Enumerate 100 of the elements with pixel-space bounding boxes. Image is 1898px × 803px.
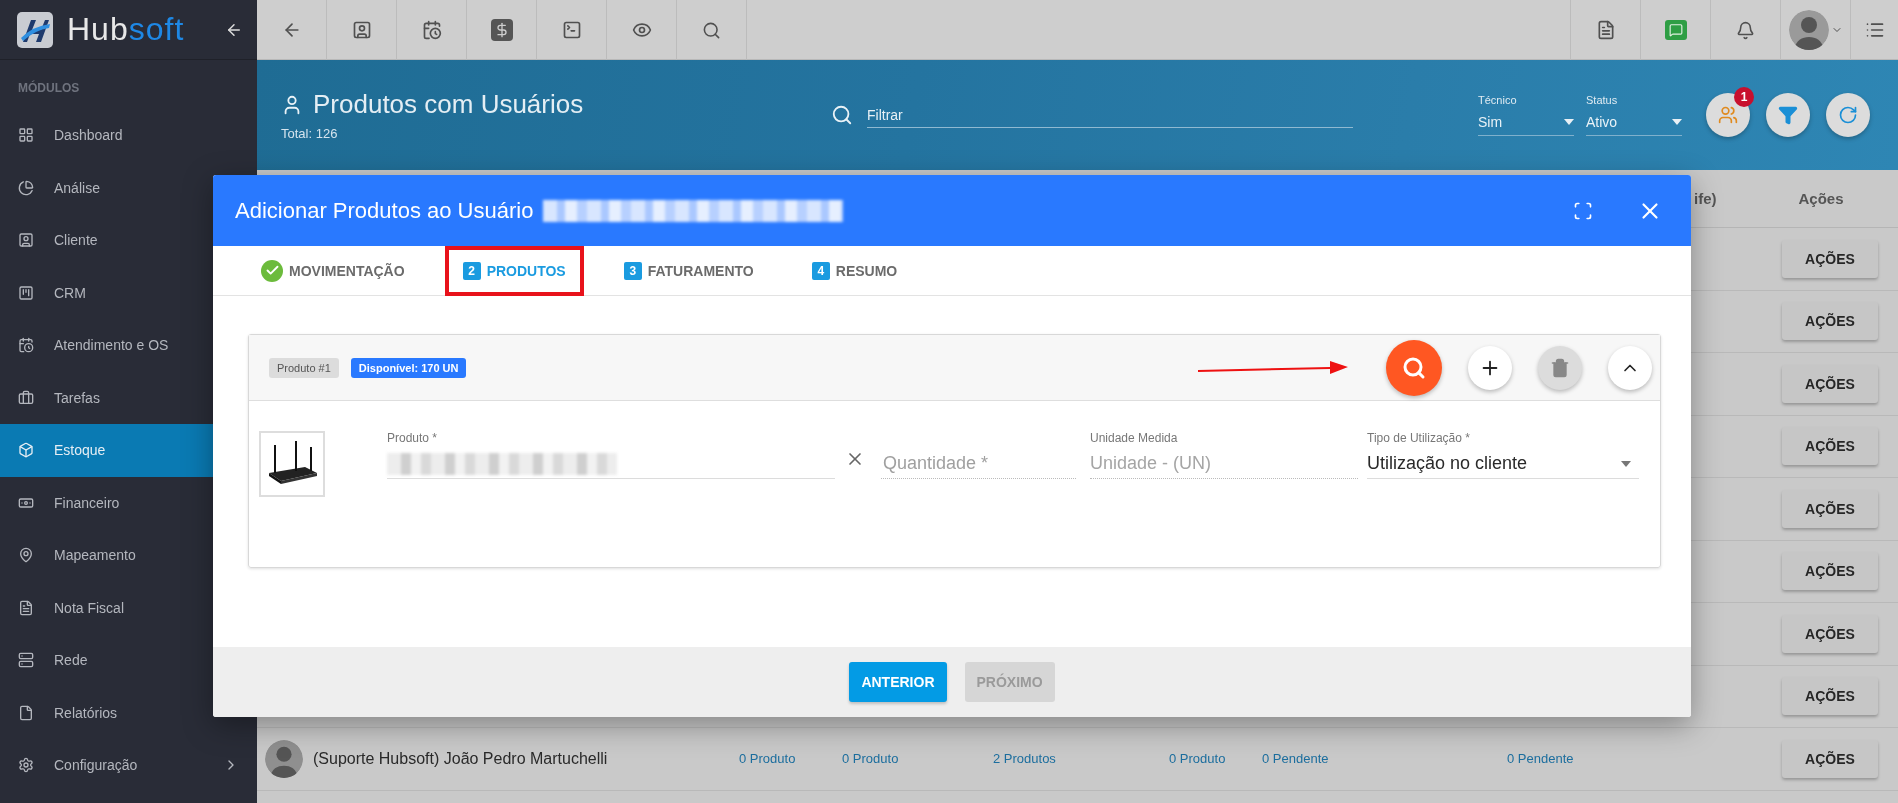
column-header: Ações — [1798, 190, 1844, 207]
sidebar-label: Nota Fiscal — [54, 599, 126, 616]
actions-button[interactable]: AÇÕES — [1782, 614, 1878, 653]
server-icon — [18, 652, 34, 669]
sidebar-label: Análise — [54, 179, 101, 196]
contact-icon — [18, 232, 34, 249]
sidebar-item[interactable]: Financeiro — [0, 476, 257, 529]
sidebar-label: Estoque — [54, 442, 107, 459]
check-icon — [261, 259, 283, 282]
select-label: Status — [1586, 94, 1619, 106]
dollar-icon — [490, 19, 513, 41]
brand-name: Hubsoft — [67, 11, 186, 48]
table-cell[interactable]: 0 Produto — [842, 751, 899, 767]
sidebar-label: Mapeamento — [54, 547, 137, 564]
step-number: 3 — [623, 261, 642, 280]
users-icon — [1718, 105, 1738, 125]
search-icon — [831, 104, 853, 126]
select-field[interactable]: Ativo — [1586, 110, 1682, 136]
document-icon — [18, 599, 34, 616]
step-label: PRODUTOS — [486, 262, 566, 279]
actions-button[interactable]: AÇÕES — [1782, 677, 1878, 716]
filter-field[interactable]: Filtrar — [867, 102, 1353, 128]
sidebar-item[interactable]: Nota Fiscal — [0, 581, 257, 634]
step-number: 2 — [462, 261, 481, 280]
actions-button[interactable]: AÇÕES — [1782, 552, 1878, 591]
select-label: Técnico — [1478, 94, 1518, 106]
field-label: Tipo de Utilização * — [1367, 431, 1471, 447]
sidebar-label: Cliente — [54, 232, 99, 249]
contact-icon — [351, 20, 372, 40]
map-pin-icon — [18, 547, 34, 564]
sidebar-label: Rede — [54, 652, 89, 669]
menu-icon — [1864, 20, 1885, 40]
table-cell[interactable]: 0 Produto — [1169, 751, 1226, 767]
product-tag: Produto #1 — [269, 357, 339, 378]
actions-button[interactable]: AÇÕES — [1782, 489, 1878, 528]
file-icon — [18, 704, 34, 721]
actions-button[interactable]: AÇÕES — [1782, 239, 1878, 278]
step-label: FATURAMENTO — [647, 262, 754, 279]
calendar-clock-icon — [18, 337, 34, 354]
step-tab[interactable]: 4 RESUMO — [793, 245, 916, 296]
delete-button[interactable] — [1538, 345, 1582, 390]
grid-icon — [18, 127, 34, 144]
settings-icon — [18, 757, 34, 774]
column-header: ife) — [1694, 190, 1717, 207]
dialog-title: Adicionar Produtos ao Usuário — [235, 197, 534, 224]
logo-icon — [17, 11, 53, 48]
sidebar-item[interactable]: Atendimento e OS — [0, 319, 257, 372]
filter-button[interactable] — [1766, 93, 1810, 137]
search-icon — [1402, 355, 1426, 380]
briefcase-icon — [18, 389, 34, 406]
table-cell[interactable]: 0 Produto — [739, 751, 796, 767]
sidebar-label: Relatórios — [54, 704, 119, 721]
search-icon — [702, 20, 721, 40]
sidebar-item[interactable]: Configuração — [0, 739, 257, 792]
actions-button[interactable]: AÇÕES — [1782, 302, 1878, 341]
actions-button[interactable]: AÇÕES — [1782, 427, 1878, 466]
eye-icon — [631, 20, 652, 40]
caret-icon — [1672, 119, 1682, 125]
sidebar-label: Financeiro — [54, 494, 121, 511]
total-count: Total: 126 — [281, 126, 339, 141]
refresh-button[interactable] — [1826, 93, 1870, 137]
step-tab[interactable]: 3 FATURAMENTO — [605, 245, 772, 296]
add-button[interactable] — [1468, 345, 1512, 390]
fullscreen-icon[interactable] — [1573, 200, 1593, 221]
notification-badge: 1 — [1734, 87, 1754, 107]
search-button[interactable] — [1386, 339, 1442, 396]
step-label: MOVIMENTAÇÃO — [289, 262, 405, 279]
sidebar-label: Configuração — [54, 757, 139, 774]
field-label: Unidade Medida — [1090, 431, 1179, 447]
caret-icon — [1621, 460, 1631, 467]
box-icon — [18, 442, 34, 459]
usage-select[interactable]: Utilização no cliente — [1367, 449, 1639, 479]
actions-button[interactable]: AÇÕES — [1782, 364, 1878, 403]
chat-icon — [1664, 20, 1687, 40]
bell-icon — [1736, 20, 1755, 40]
section-heading: MÓDULOS — [17, 79, 81, 97]
availability-badge: Disponível: 170 UN — [350, 357, 467, 378]
sidebar-item[interactable]: Mapeamento — [0, 529, 257, 582]
sidebar-item[interactable]: Rede — [0, 634, 257, 687]
step-number: 4 — [811, 261, 830, 280]
table-cell[interactable]: 0 Pendente — [1507, 751, 1574, 767]
select-field[interactable]: Sim — [1478, 110, 1574, 136]
trash-icon — [1550, 357, 1570, 378]
users-button[interactable] — [1706, 93, 1750, 137]
avatar — [1788, 10, 1829, 50]
sidebar-label: Dashboard — [54, 127, 124, 144]
sidebar-item[interactable]: Relatórios — [0, 686, 257, 739]
sidebar-label: Tarefas — [54, 389, 101, 406]
sidebar-item[interactable]: Tarefas — [0, 371, 257, 424]
avatar — [265, 739, 303, 778]
sidebar-label: Atendimento e OS — [54, 337, 170, 354]
unit-field: Unidade - (UN) — [1090, 449, 1358, 479]
table-cell[interactable]: 0 Pendente — [1262, 751, 1329, 767]
filter-icon — [1778, 105, 1798, 125]
sidebar-item[interactable]: Dashboard — [0, 109, 257, 162]
kanban-icon — [18, 284, 34, 301]
actions-button[interactable]: AÇÕES — [1782, 739, 1878, 778]
page-title: Produtos com Usuários — [313, 89, 584, 120]
pie-chart-icon — [18, 179, 34, 196]
sidebar-label: CRM — [54, 284, 87, 301]
